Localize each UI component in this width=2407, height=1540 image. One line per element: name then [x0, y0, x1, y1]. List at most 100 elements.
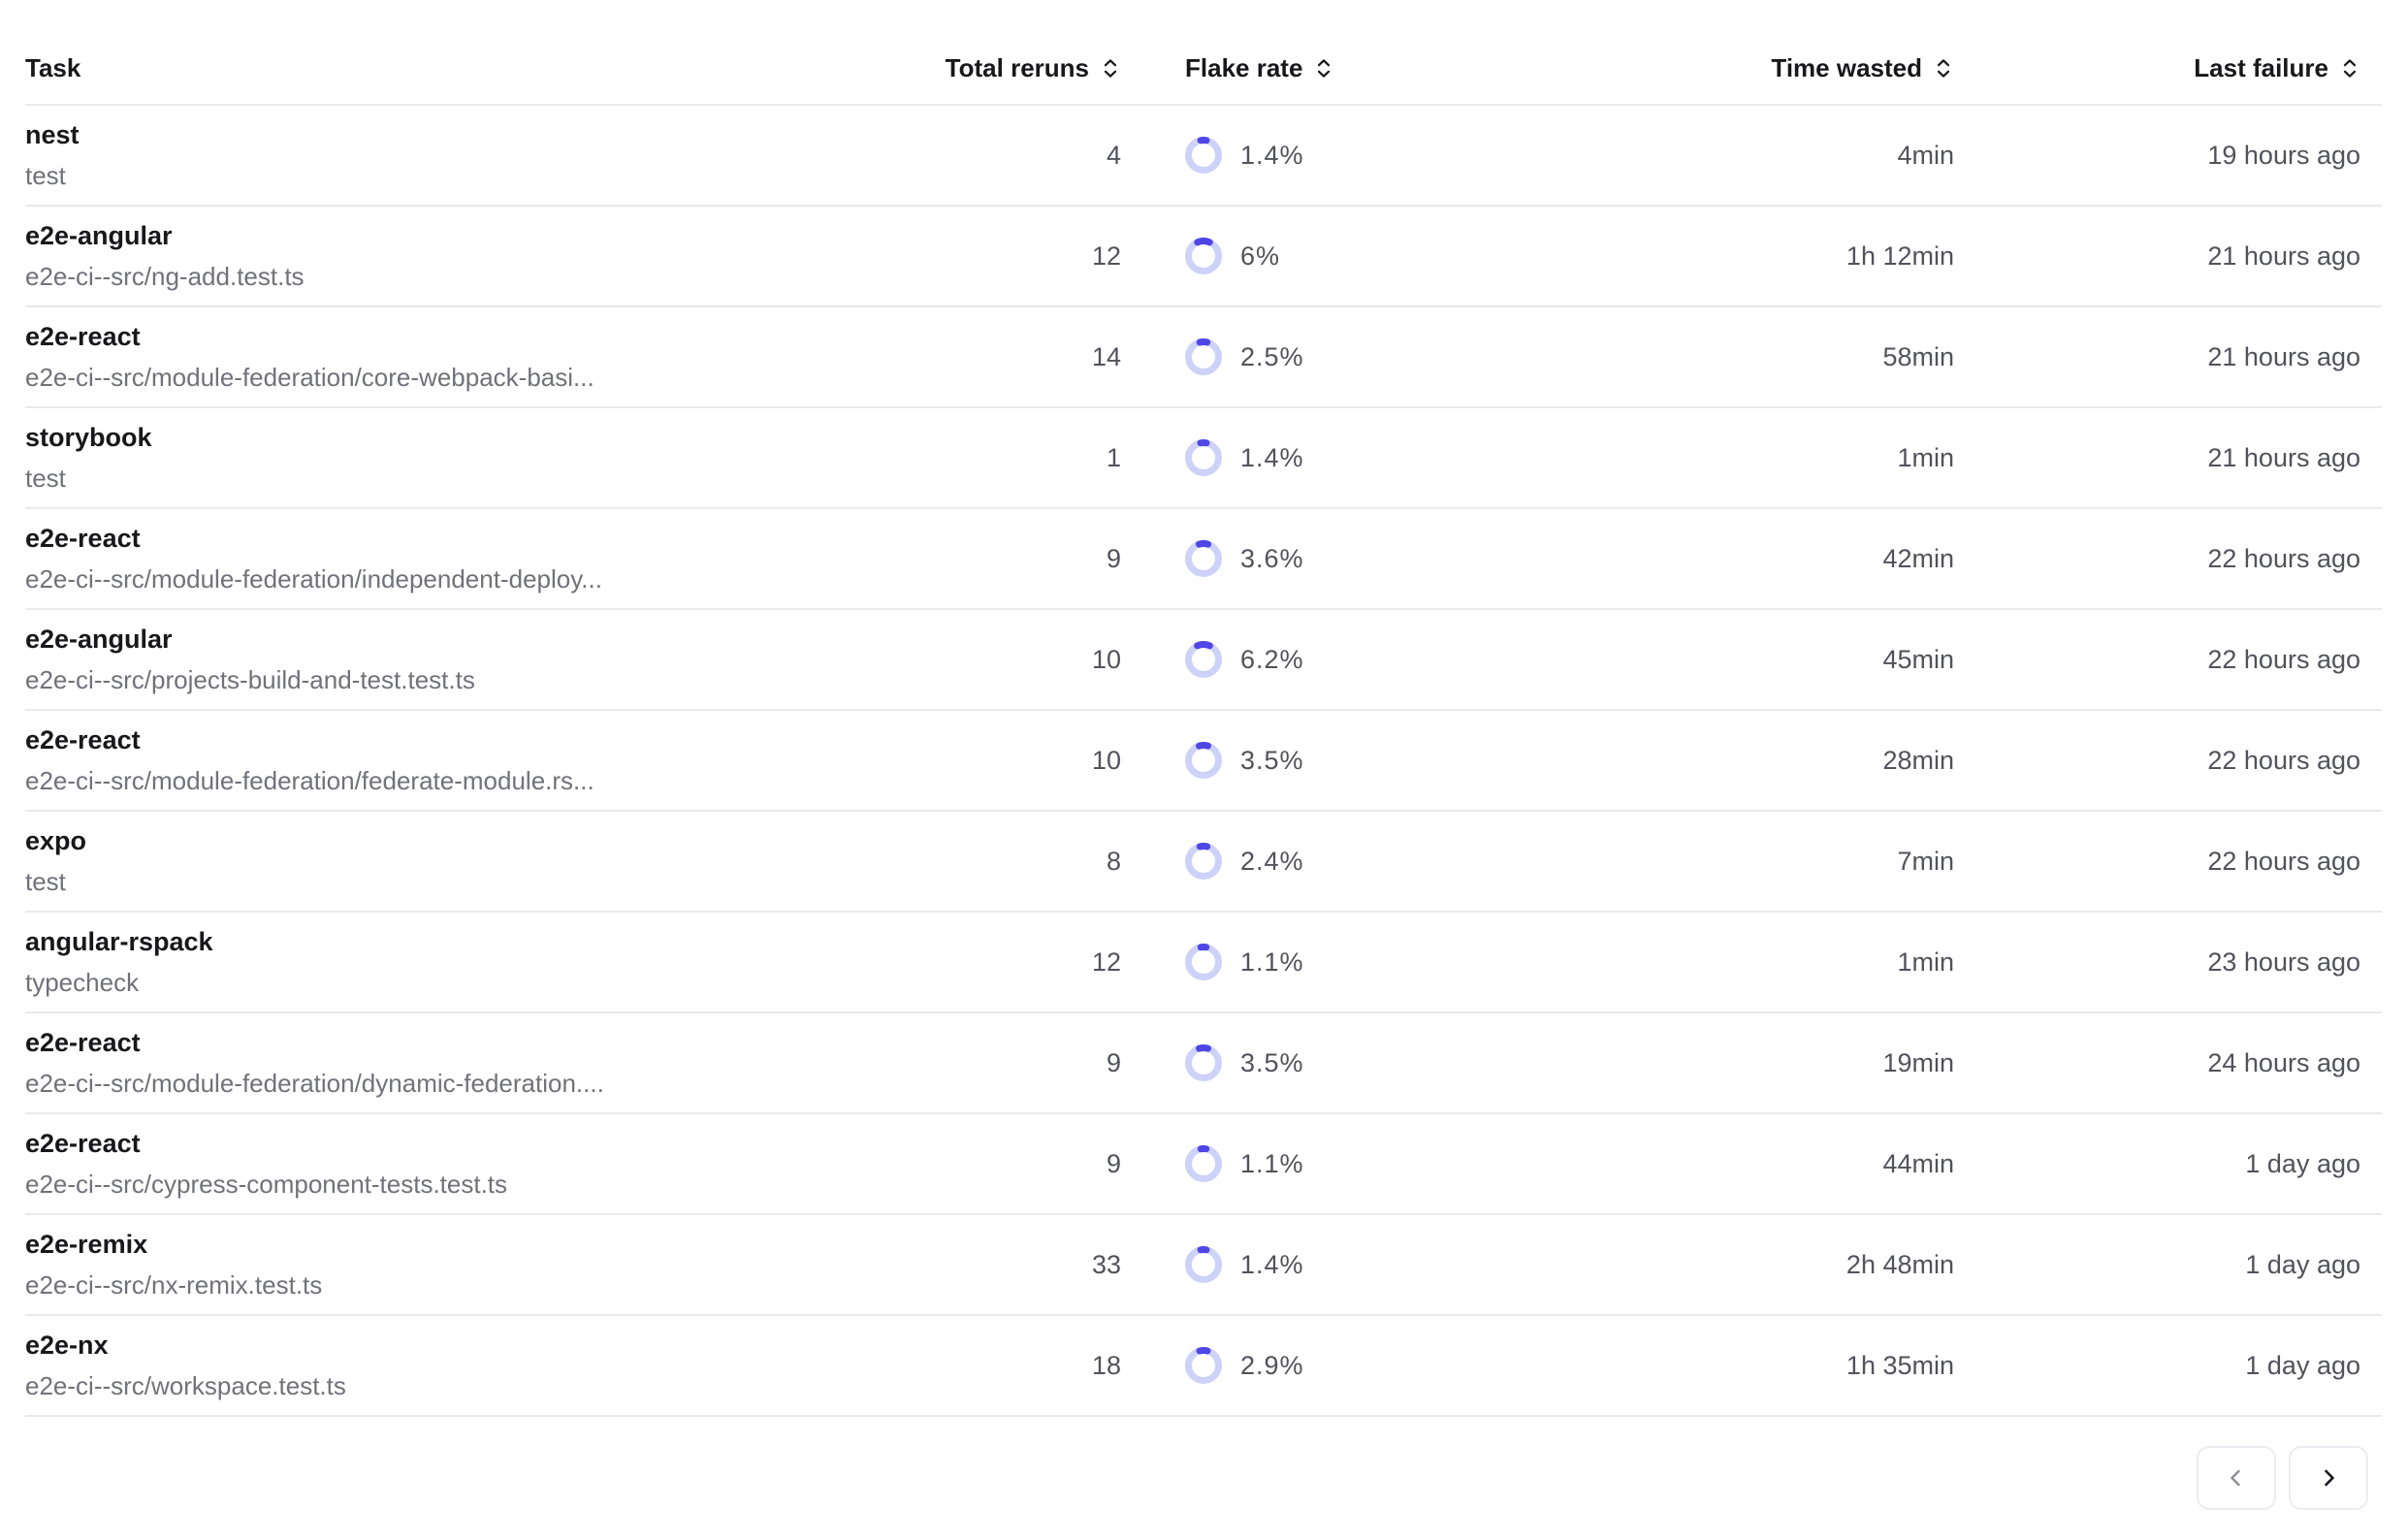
table-row[interactable]: e2e-angular e2e-ci--src/projects-build-a…	[25, 610, 2382, 711]
total-reruns-value: 4	[927, 141, 1121, 171]
task-cell: e2e-nx e2e-ci--src/workspace.test.ts	[25, 1325, 927, 1406]
last-failure-value: 22 hours ago	[1954, 544, 2382, 574]
flake-rate-value: 6.2%	[1240, 645, 1304, 675]
table-row[interactable]: storybook test 1 1.4% 1min 21 hours ago	[25, 408, 2382, 509]
flake-rate-value: 2.9%	[1240, 1351, 1304, 1381]
time-wasted-value: 28min	[1606, 746, 1954, 776]
chevron-right-icon	[2315, 1464, 2342, 1492]
last-failure-value: 22 hours ago	[1954, 746, 2382, 776]
task-target: e2e-ci--src/workspace.test.ts	[25, 1365, 927, 1406]
last-failure-value: 21 hours ago	[1954, 342, 2382, 372]
total-reruns-value: 12	[927, 241, 1121, 272]
flake-rate-donut-icon	[1185, 1145, 1222, 1182]
chevron-left-icon	[2223, 1464, 2250, 1492]
table-row[interactable]: e2e-react e2e-ci--src/module-federation/…	[25, 711, 2382, 812]
column-header-label: Time wasted	[1771, 53, 1922, 83]
table-row[interactable]: nest test 4 1.4% 4min 19 hours ago	[25, 106, 2382, 207]
last-failure-value: 1 day ago	[1954, 1149, 2382, 1179]
column-header-label: Last failure	[2194, 53, 2328, 83]
table-row[interactable]: e2e-react e2e-ci--src/cypress-component-…	[25, 1114, 2382, 1215]
table-row[interactable]: e2e-react e2e-ci--src/module-federation/…	[25, 307, 2382, 408]
flake-rate-cell: 3.5%	[1121, 742, 1606, 779]
table-row[interactable]: e2e-react e2e-ci--src/module-federation/…	[25, 509, 2382, 610]
task-name: e2e-nx	[25, 1325, 927, 1365]
time-wasted-value: 1min	[1606, 443, 1954, 473]
task-name: nest	[25, 114, 927, 155]
task-cell: nest test	[25, 114, 927, 196]
task-target: e2e-ci--src/cypress-component-tests.test…	[25, 1164, 927, 1204]
last-failure-value: 1 day ago	[1954, 1250, 2382, 1280]
total-reruns-value: 18	[927, 1351, 1121, 1381]
column-header-last-failure[interactable]: Last failure	[1954, 53, 2382, 83]
flake-rate-value: 2.5%	[1240, 342, 1304, 372]
task-cell: e2e-react e2e-ci--src/cypress-component-…	[25, 1123, 927, 1204]
flake-rate-value: 1.4%	[1240, 1250, 1304, 1280]
task-name: e2e-react	[25, 316, 927, 357]
last-failure-value: 22 hours ago	[1954, 847, 2382, 877]
flake-rate-donut-icon	[1185, 540, 1222, 577]
column-header-time-wasted[interactable]: Time wasted	[1606, 53, 1954, 83]
task-name: e2e-remix	[25, 1224, 927, 1265]
task-name: expo	[25, 820, 927, 861]
next-page-button[interactable]	[2289, 1446, 2368, 1510]
column-header-label: Total reruns	[946, 53, 1089, 83]
flake-rate-donut-icon	[1185, 238, 1222, 274]
column-header-total-reruns[interactable]: Total reruns	[927, 53, 1121, 83]
time-wasted-value: 1min	[1606, 947, 1954, 978]
flake-rate-value: 1.4%	[1240, 443, 1304, 473]
flake-rate-donut-icon	[1185, 843, 1222, 880]
total-reruns-value: 14	[927, 342, 1121, 372]
task-target: e2e-ci--src/projects-build-and-test.test…	[25, 659, 927, 700]
time-wasted-value: 45min	[1606, 645, 1954, 675]
task-cell: storybook test	[25, 417, 927, 498]
last-failure-value: 23 hours ago	[1954, 947, 2382, 978]
flake-rate-value: 3.5%	[1240, 1048, 1304, 1078]
sort-chevrons-icon	[2339, 56, 2360, 80]
table-body: nest test 4 1.4% 4min 19 hours ago e2e-a…	[25, 106, 2382, 1417]
table-row[interactable]: e2e-nx e2e-ci--src/workspace.test.ts 18 …	[25, 1316, 2382, 1417]
table-row[interactable]: expo test 8 2.4% 7min 22 hours ago	[25, 812, 2382, 913]
flake-rate-cell: 6.2%	[1121, 641, 1606, 678]
time-wasted-value: 1h 12min	[1606, 241, 1954, 272]
flake-rate-cell: 6%	[1121, 238, 1606, 274]
table-row[interactable]: e2e-react e2e-ci--src/module-federation/…	[25, 1013, 2382, 1114]
sort-chevrons-icon	[1100, 56, 1121, 80]
flake-rate-value: 1.4%	[1240, 141, 1304, 171]
task-name: e2e-react	[25, 518, 927, 559]
flake-rate-cell: 2.4%	[1121, 843, 1606, 880]
sort-chevrons-icon	[1313, 56, 1334, 80]
task-cell: e2e-remix e2e-ci--src/nx-remix.test.ts	[25, 1224, 927, 1305]
time-wasted-value: 7min	[1606, 847, 1954, 877]
flake-rate-cell: 1.4%	[1121, 439, 1606, 476]
time-wasted-value: 4min	[1606, 141, 1954, 171]
total-reruns-value: 10	[927, 746, 1121, 776]
task-name: e2e-react	[25, 720, 927, 760]
task-name: e2e-angular	[25, 619, 927, 659]
task-cell: e2e-angular e2e-ci--src/projects-build-a…	[25, 619, 927, 700]
column-header-flake-rate[interactable]: Flake rate	[1121, 53, 1606, 83]
last-failure-value: 21 hours ago	[1954, 443, 2382, 473]
previous-page-button[interactable]	[2197, 1446, 2276, 1510]
task-cell: expo test	[25, 820, 927, 902]
flake-rate-cell: 3.5%	[1121, 1044, 1606, 1081]
task-target: test	[25, 458, 927, 498]
total-reruns-value: 10	[927, 645, 1121, 675]
flake-rate-cell: 2.5%	[1121, 338, 1606, 375]
flake-rate-donut-icon	[1185, 641, 1222, 678]
table-row[interactable]: angular-rspack typecheck 12 1.1% 1min 23…	[25, 913, 2382, 1013]
task-target: e2e-ci--src/nx-remix.test.ts	[25, 1265, 927, 1305]
column-header-label: Flake rate	[1185, 53, 1302, 83]
time-wasted-value: 1h 35min	[1606, 1351, 1954, 1381]
total-reruns-value: 8	[927, 847, 1121, 877]
last-failure-value: 19 hours ago	[1954, 141, 2382, 171]
table-row[interactable]: e2e-angular e2e-ci--src/ng-add.test.ts 1…	[25, 207, 2382, 307]
table-row[interactable]: e2e-remix e2e-ci--src/nx-remix.test.ts 3…	[25, 1215, 2382, 1316]
flake-rate-value: 3.6%	[1240, 544, 1304, 574]
flake-rate-cell: 1.1%	[1121, 944, 1606, 980]
column-header-label: Task	[25, 53, 80, 83]
task-target: e2e-ci--src/ng-add.test.ts	[25, 256, 927, 297]
task-target: e2e-ci--src/module-federation/core-webpa…	[25, 357, 927, 398]
flake-rate-donut-icon	[1185, 944, 1222, 980]
column-header-task: Task	[25, 53, 927, 83]
sort-chevrons-icon	[1933, 56, 1954, 80]
